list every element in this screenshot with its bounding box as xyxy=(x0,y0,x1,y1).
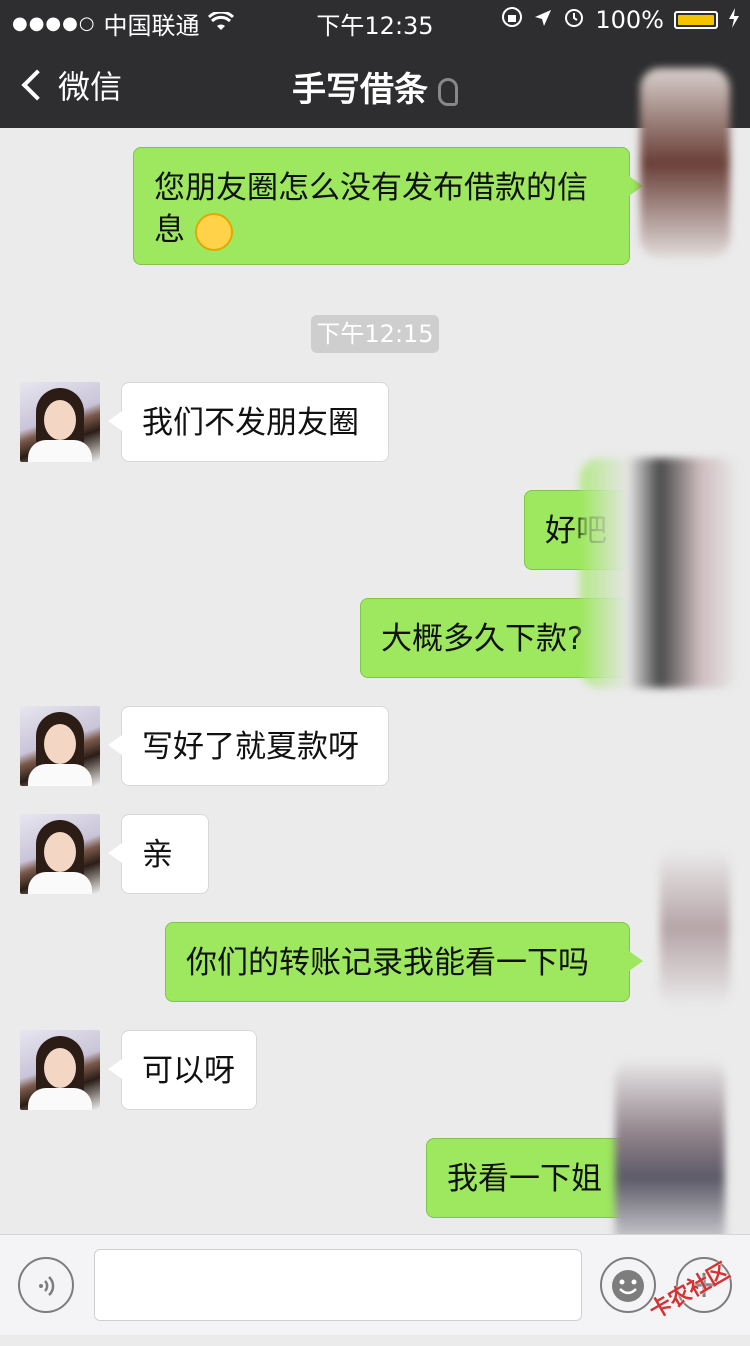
flushed-face-emoji-icon xyxy=(194,212,233,251)
message-bubble[interactable]: 可以呀 xyxy=(108,1030,257,1110)
message-text: 大概多久下款? xyxy=(381,621,584,657)
message-bubble[interactable]: 写好了就夏款呀 xyxy=(108,706,389,786)
voice-icon[interactable] xyxy=(18,1257,74,1313)
message-bubble[interactable]: 我们不发朋友圈 xyxy=(108,382,389,462)
redaction-smudge xyxy=(660,848,730,1008)
timestamp-pill: 下午12:15 xyxy=(311,315,439,353)
chat-title: 手写借条 xyxy=(0,62,750,111)
redaction-smudge xyxy=(640,68,730,258)
earpiece-mode-icon xyxy=(438,77,458,106)
message-bubble[interactable]: 我看一下姐 xyxy=(426,1138,643,1218)
lock-rotation-icon xyxy=(501,6,523,34)
message-text: 我看一下姐 xyxy=(447,1161,602,1197)
avatar[interactable] xyxy=(20,814,100,894)
message-text: 亲 xyxy=(142,837,173,873)
message-text: 可以呀 xyxy=(142,1053,235,1089)
message-bubble[interactable]: 你们的转账记录我能看一下吗 xyxy=(165,922,643,1002)
message-bubble[interactable]: 亲 xyxy=(108,814,209,894)
message-text: 写好了就夏款呀 xyxy=(142,729,359,765)
avatar[interactable] xyxy=(20,1030,100,1110)
avatar[interactable] xyxy=(20,382,100,462)
nav-bar: 微信 手写借条 xyxy=(0,40,750,128)
status-right: 100% xyxy=(501,6,740,34)
battery-icon xyxy=(674,11,718,29)
charging-icon xyxy=(728,6,740,34)
chat-title-text: 手写借条 xyxy=(292,70,428,110)
message-text: 你们的转账记录我能看一下吗 xyxy=(186,945,589,981)
message-input[interactable] xyxy=(94,1249,582,1321)
message-text: 我们不发朋友圈 xyxy=(142,405,359,441)
redaction-smudge xyxy=(615,1058,725,1258)
redaction-smudge xyxy=(580,458,740,688)
message-bubble[interactable]: 您朋友圈怎么没有发布借款的信息 xyxy=(133,147,643,265)
alarm-icon xyxy=(563,6,585,34)
input-bar: + xyxy=(0,1234,750,1335)
battery-label: 100% xyxy=(595,6,664,34)
status-bar: ●●●●○ 中国联通 下午12:35 100% xyxy=(0,0,750,40)
chat-area[interactable]: 您朋友圈怎么没有发布借款的信息 下午12:15 我们不发朋友圈 好吧 大概多久下… xyxy=(0,68,750,1258)
location-icon xyxy=(533,6,553,34)
avatar[interactable] xyxy=(20,706,100,786)
